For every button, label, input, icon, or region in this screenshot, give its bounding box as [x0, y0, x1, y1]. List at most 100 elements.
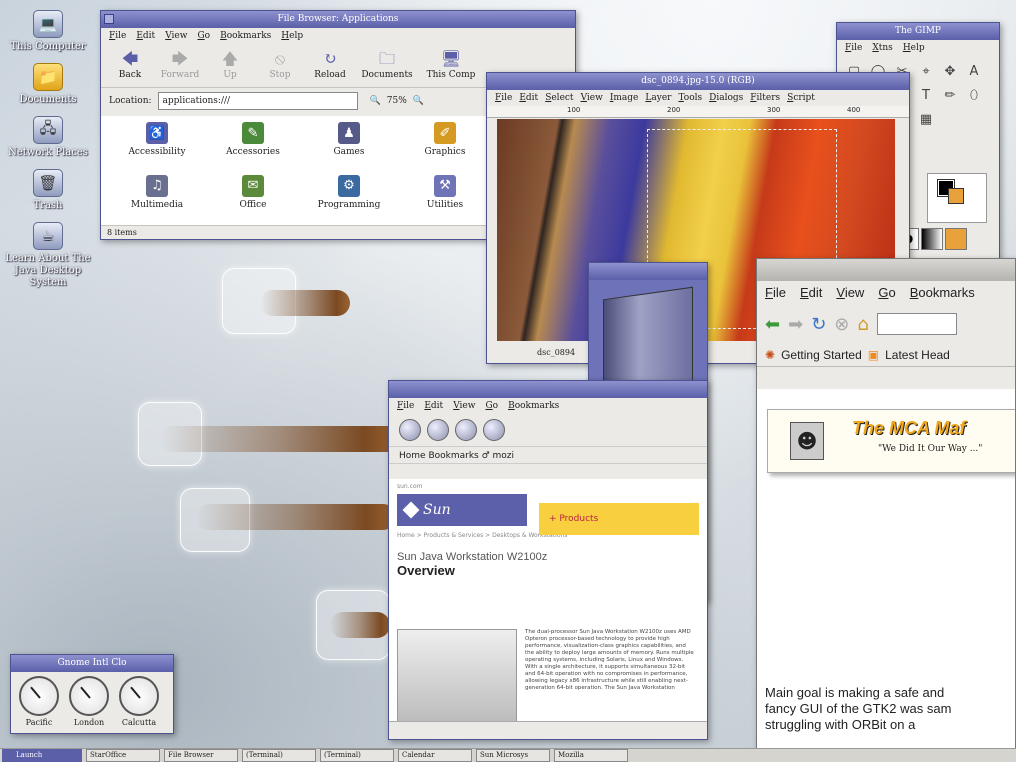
file-browser-menubar: File Edit View Go Bookmarks Help: [101, 28, 575, 44]
background-color-swatch[interactable]: [948, 188, 964, 204]
clock-label: Calcutta: [121, 718, 157, 727]
menu-image[interactable]: Image: [610, 90, 639, 106]
home-icon[interactable]: ⌂: [857, 314, 868, 335]
menu-xtns[interactable]: Xtns: [872, 40, 892, 56]
task-button[interactable]: Calendar: [398, 749, 472, 762]
menu-bookmarks[interactable]: Bookmarks: [910, 281, 975, 305]
menu-view[interactable]: View: [453, 398, 475, 414]
move-tool-icon[interactable]: ✥: [939, 60, 961, 82]
menu-script[interactable]: Script: [787, 90, 815, 106]
menu-file[interactable]: File: [397, 398, 414, 414]
stop-button[interactable]: ⦸ Stop: [257, 48, 303, 83]
sun-browser-titlebar[interactable]: [389, 381, 707, 398]
sun-browser-bookmarks-bar[interactable]: Home Bookmarks ♂ mozi: [389, 446, 707, 464]
menu-go[interactable]: Go: [485, 398, 498, 414]
back-button[interactable]: [399, 419, 421, 441]
text-tool-icon[interactable]: T: [915, 84, 937, 106]
eraser-tool-icon[interactable]: ⬯: [963, 84, 985, 106]
forward-button[interactable]: [427, 419, 449, 441]
stop-icon[interactable]: ⊗: [834, 314, 849, 335]
bookmark-getting-started[interactable]: Getting Started: [781, 343, 862, 366]
menu-go[interactable]: Go: [878, 281, 895, 305]
desktop-icon-network-places[interactable]: 🖧 Network Places: [0, 116, 96, 159]
file-browser-titlebar[interactable]: File Browser: Applications: [101, 11, 575, 28]
back-button[interactable]: 🡄 Back: [107, 48, 153, 83]
menu-edit[interactable]: Edit: [519, 90, 538, 106]
menu-layer[interactable]: Layer: [645, 90, 671, 106]
location-input[interactable]: applications:///: [157, 92, 358, 110]
menu-bookmarks[interactable]: Bookmarks: [508, 398, 559, 414]
menu-edit[interactable]: Edit: [424, 398, 443, 414]
launch-menu-button[interactable]: Launch: [2, 749, 82, 762]
folder-multimedia[interactable]: ♫ Multimedia: [111, 174, 203, 220]
back-arrow-icon[interactable]: ⬅: [765, 314, 780, 335]
menu-file[interactable]: File: [765, 281, 786, 305]
menu-view[interactable]: View: [165, 28, 187, 44]
desktop-icon-trash[interactable]: 🗑 Trash: [0, 169, 96, 212]
menu-bookmarks[interactable]: Bookmarks: [220, 28, 271, 44]
menu-tools[interactable]: Tools: [678, 90, 702, 106]
forward-button[interactable]: 🡆 Forward: [157, 48, 203, 83]
zoom-in-icon[interactable]: 🔍: [413, 96, 424, 106]
task-button[interactable]: Sun Microsys: [476, 749, 550, 762]
fuzzy-select-tool-icon[interactable]: ⌖: [915, 60, 937, 82]
folder-label: Graphics: [424, 147, 466, 157]
menu-select[interactable]: Select: [545, 90, 573, 106]
stop-button[interactable]: [483, 419, 505, 441]
window-menu-button[interactable]: [104, 14, 114, 24]
folder-office[interactable]: ✉ Office: [207, 174, 299, 220]
gradient-tool-icon[interactable]: ▦: [915, 108, 937, 130]
up-button[interactable]: 🡅 Up: [207, 48, 253, 83]
firefox-titlebar[interactable]: [757, 259, 1015, 281]
menu-file[interactable]: File: [845, 40, 862, 56]
zoom-level[interactable]: 75%: [387, 96, 407, 106]
pencil-tool-icon[interactable]: ✏: [939, 84, 961, 106]
documents-icon: 🗀: [378, 49, 395, 68]
reload-button[interactable]: ↻ Reload: [307, 48, 353, 83]
task-button[interactable]: Mozilla: [554, 749, 628, 762]
menu-edit[interactable]: Edit: [136, 28, 155, 44]
folder-utilities[interactable]: ⚒ Utilities: [399, 174, 491, 220]
menu-help[interactable]: Help: [281, 28, 303, 44]
url-input[interactable]: [876, 313, 957, 335]
desktop-icon-documents[interactable]: 📁 Documents: [0, 63, 96, 106]
task-button[interactable]: File Browser: [164, 749, 238, 762]
desktop-icon-learn-java[interactable]: ☕ Learn About The Java Desktop System: [0, 222, 96, 289]
menu-filters[interactable]: Filters: [750, 90, 780, 106]
clock-titlebar[interactable]: Gnome Intl Clo: [11, 655, 173, 672]
workstation-titlebar[interactable]: [589, 263, 707, 280]
task-button[interactable]: StarOffice: [86, 749, 160, 762]
menu-view[interactable]: View: [836, 281, 864, 305]
menu-dialogs[interactable]: Dialogs: [709, 90, 743, 106]
menu-help[interactable]: Help: [903, 40, 925, 56]
sun-logo[interactable]: Sun: [397, 494, 527, 526]
gimp-image-titlebar[interactable]: dsc_0894.jpg-15.0 (RGB): [487, 73, 909, 90]
menu-view[interactable]: View: [581, 90, 603, 106]
folder-graphics[interactable]: ✐ Graphics: [399, 122, 491, 167]
task-button[interactable]: (Terminal): [242, 749, 316, 762]
forward-label: Forward: [160, 70, 200, 80]
folder-games[interactable]: ♟ Games: [303, 122, 395, 167]
this-computer-button[interactable]: 🖥 This Comp: [421, 48, 481, 83]
reload-icon[interactable]: ↻: [811, 314, 826, 335]
menu-edit[interactable]: Edit: [800, 281, 822, 305]
folder-accessories[interactable]: ✎ Accessories: [207, 122, 299, 167]
documents-button[interactable]: 🗀 Documents: [357, 48, 417, 83]
text-a-tool-icon[interactable]: A: [963, 60, 985, 82]
color-swatches[interactable]: [927, 173, 987, 223]
menu-file[interactable]: File: [495, 90, 512, 106]
task-button[interactable]: (Terminal): [320, 749, 394, 762]
bookmark-latest-headlines[interactable]: Latest Head: [885, 343, 950, 366]
reload-button[interactable]: [455, 419, 477, 441]
menu-go[interactable]: Go: [197, 28, 210, 44]
products-button[interactable]: + Products: [539, 503, 699, 535]
gimp-toolbox-titlebar[interactable]: The GIMP: [837, 23, 999, 40]
zoom-out-icon[interactable]: 🔍: [370, 96, 381, 106]
desktop-icon-this-computer[interactable]: 💻 This Computer: [0, 10, 96, 53]
gradient-preview[interactable]: [945, 228, 967, 250]
forward-arrow-icon[interactable]: ➡: [788, 314, 803, 335]
folder-accessibility[interactable]: ♿ Accessibility: [111, 122, 203, 167]
folder-programming[interactable]: ⚙ Programming: [303, 174, 395, 220]
pattern-preview[interactable]: [921, 228, 943, 250]
menu-file[interactable]: File: [109, 28, 126, 44]
